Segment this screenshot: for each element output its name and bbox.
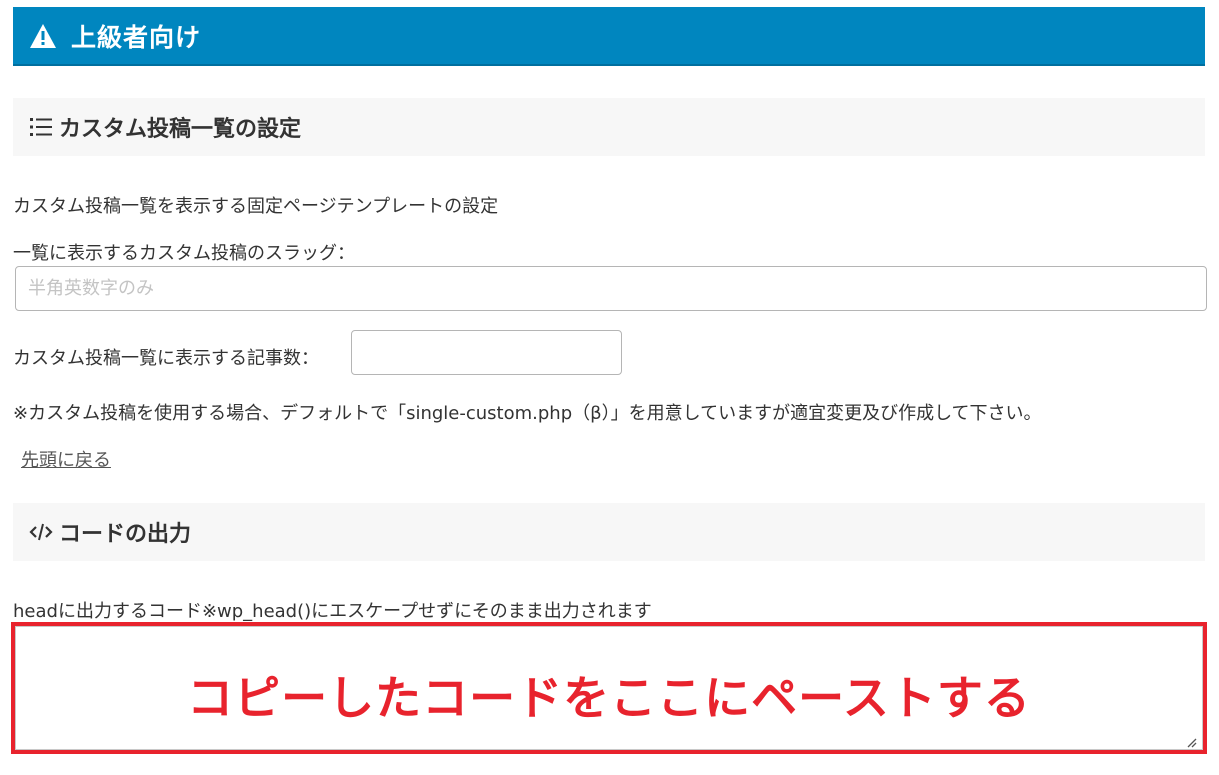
section-description: カスタム投稿一覧を表示する固定ページテンプレートの設定 [13, 196, 499, 217]
resize-handle-icon[interactable] [1185, 733, 1197, 748]
head-code-label: headに出力するコード※wp_head()にエスケープせずにそのまま出力されま… [13, 601, 652, 622]
custom-post-section-header: カスタム投稿一覧の設定 [13, 98, 1205, 156]
post-count-input[interactable] [351, 330, 622, 375]
advanced-settings-banner: 上級者向け [13, 7, 1205, 66]
banner-title: 上級者向け [71, 22, 202, 52]
warning-icon [28, 21, 58, 51]
paste-instruction-overlay: コピーしたコードをここにペーストする [187, 671, 1031, 725]
section-heading: コードの出力 [59, 522, 192, 547]
list-icon [28, 114, 54, 140]
section-heading: カスタム投稿一覧の設定 [59, 117, 302, 142]
custom-post-note: ※カスタム投稿を使用する場合、デフォルトで「single-custom.php（… [13, 403, 1042, 424]
code-output-section-header: コードの出力 [13, 503, 1205, 561]
slug-input[interactable] [15, 266, 1207, 311]
head-code-textarea[interactable]: コピーしたコードをここにペーストする [11, 622, 1207, 754]
count-label: カスタム投稿一覧に表示する記事数： [13, 348, 319, 369]
back-to-top-link[interactable]: 先頭に戻る [21, 446, 111, 472]
code-icon [28, 519, 54, 545]
slug-label: 一覧に表示するカスタム投稿のスラッグ： [13, 243, 355, 264]
